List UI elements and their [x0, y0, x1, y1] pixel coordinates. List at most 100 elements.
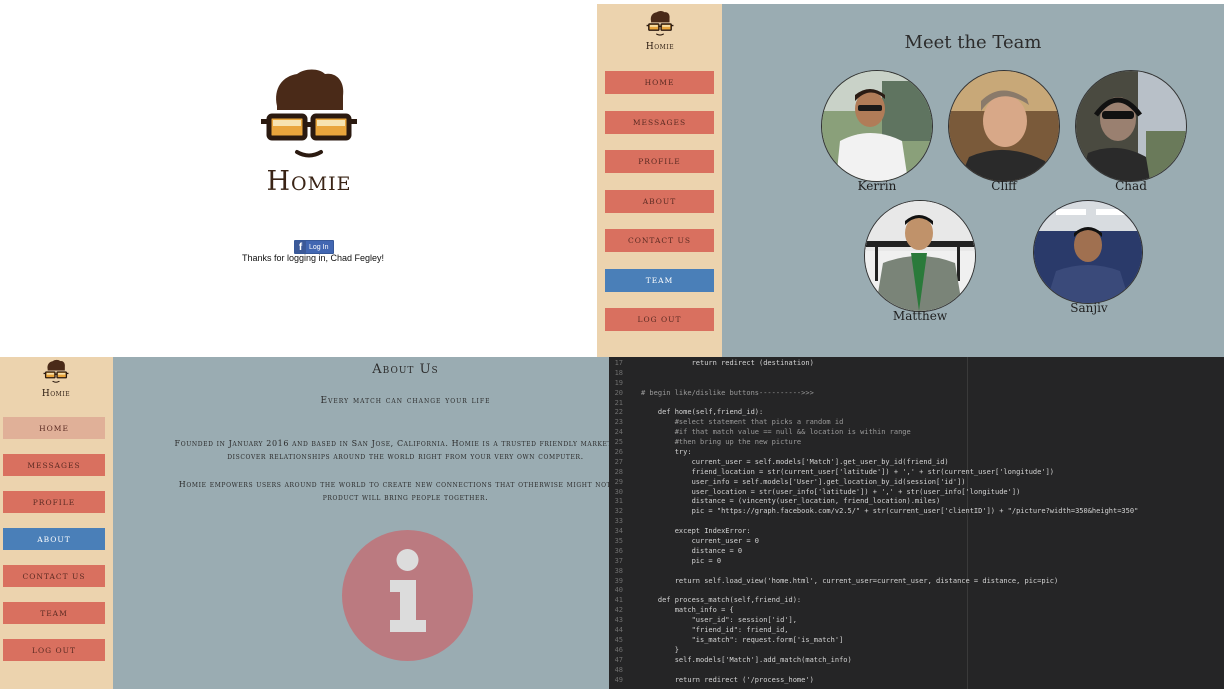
code-line: 32 pic = "https://graph.facebook.com/v2.…	[609, 507, 1224, 517]
code-line: 39 return self.load_view('home.html', cu…	[609, 577, 1224, 587]
code-line: 26 try:	[609, 448, 1224, 458]
code-line: 48	[609, 666, 1224, 676]
code-line: 33	[609, 517, 1224, 527]
member-name: Kerrin	[857, 179, 897, 193]
nav-team[interactable]: TEAM	[3, 602, 105, 624]
code-editor[interactable]: 17 return redirect (destination) 18 19 20 # …	[609, 357, 1224, 689]
line-number: 33	[614, 517, 623, 526]
code-text: user_info = self.models['User'].get_loca…	[641, 477, 966, 486]
nav-home[interactable]: HOME	[605, 71, 714, 94]
line-number: 39	[614, 576, 623, 585]
page-title: Meet the Team	[904, 32, 1042, 53]
line-number: 26	[614, 448, 623, 457]
code-line: 43 "user_id": session['id'],	[609, 616, 1224, 626]
about-paragraph-line: product will bring people together.	[322, 493, 489, 502]
nav-profile[interactable]: PROFILE	[3, 491, 105, 513]
team-member-card: Kerrin	[821, 70, 933, 193]
line-number: 32	[614, 507, 623, 516]
member-photo	[821, 70, 933, 182]
team-member-card: Cliff	[948, 70, 1060, 193]
code-line: 31 distance = (vincenty(user_location, f…	[609, 497, 1224, 507]
code-line: 25 #then bring up the new picture	[609, 438, 1224, 448]
member-photo	[1033, 200, 1143, 304]
line-number: 41	[614, 596, 623, 605]
code-text: def home(self,friend_id):	[641, 408, 764, 417]
line-number: 35	[614, 537, 623, 546]
code-line: 45 "is_match": request.form['is_match']	[609, 636, 1224, 646]
member-name: Cliff	[991, 179, 1017, 193]
member-name: Matthew	[892, 309, 948, 323]
code-line: 20 # begin like/dislike buttons----------…	[609, 389, 1224, 399]
line-number: 36	[614, 546, 623, 555]
code-line: 37 pic = 0	[609, 557, 1224, 567]
line-number: 18	[614, 368, 623, 377]
code-line: 28 friend_location = str(current_user['l…	[609, 468, 1224, 478]
homie-logo: Homie	[255, 66, 363, 197]
code-line: 29 user_info = self.models['User'].get_l…	[609, 478, 1224, 488]
code-text: try:	[641, 448, 692, 457]
nav-contact-us[interactable]: CONTACT US	[605, 229, 714, 252]
code-text: pic = 0	[641, 556, 722, 565]
member-name: Chad	[1115, 179, 1147, 193]
about-paragraph-line: discover relationships around the world …	[227, 452, 584, 461]
homie-mascot-icon	[255, 66, 363, 166]
sidebar: Homie HOME MESSAGES PROFILE ABOUT CONTAC…	[0, 357, 113, 689]
line-number: 48	[614, 665, 623, 674]
line-number: 45	[614, 635, 623, 644]
code-line: 30 user_location = str(user_info['latitu…	[609, 488, 1224, 498]
logo-wordmark: Homie	[266, 166, 352, 197]
nav-about[interactable]: ABOUT	[605, 190, 714, 213]
nav-log-out[interactable]: LOG OUT	[3, 639, 105, 661]
code-line: 40	[609, 586, 1224, 596]
facebook-login-label: Log In	[309, 243, 329, 251]
line-number: 43	[614, 616, 623, 625]
line-number: 30	[614, 487, 623, 496]
nav-profile[interactable]: PROFILE	[605, 150, 714, 173]
nav-about[interactable]: ABOUT	[3, 528, 105, 550]
login-panel: Homie f Log In Thanks for logging in, Ch…	[0, 0, 597, 357]
team-member-card: Sanjiv	[1033, 200, 1145, 315]
about-content: About Us Every match can change your lif…	[113, 357, 609, 689]
sidebar-logo[interactable]: Homie	[37, 359, 75, 399]
line-number: 31	[614, 497, 623, 506]
code-line: 23 #select statement that picks a random…	[609, 418, 1224, 428]
line-number: 29	[614, 477, 623, 486]
facebook-login-button[interactable]: f Log In	[294, 240, 335, 254]
line-number: 17	[614, 359, 623, 367]
sidebar-logo[interactable]: Homie	[641, 10, 679, 52]
nav-messages[interactable]: MESSAGES	[3, 454, 105, 476]
code-line: 18	[609, 369, 1224, 379]
line-number: 38	[614, 566, 623, 575]
member-photo	[864, 200, 976, 312]
code-text: # begin like/dislike buttons---------->>…	[641, 388, 814, 397]
code-line: 38	[609, 567, 1224, 577]
line-number: 42	[614, 606, 623, 615]
code-line: 46 }	[609, 646, 1224, 656]
code-line: 22 def home(self,friend_id):	[609, 408, 1224, 418]
info-icon	[342, 530, 473, 661]
nav-messages[interactable]: MESSAGES	[605, 111, 714, 134]
nav-contact-us[interactable]: CONTACT US	[3, 565, 105, 587]
code-text: current_user = 0	[641, 537, 760, 546]
nav-home[interactable]: HOME	[3, 417, 105, 439]
code-text: def process_match(self,friend_id):	[641, 596, 802, 605]
code-text: "friend_id": friend_id,	[641, 626, 789, 635]
code-line: 47 self.models['Match'].add_match(match_…	[609, 656, 1224, 666]
code-line: 19	[609, 379, 1224, 389]
line-number: 21	[614, 398, 623, 407]
code-text: #then bring up the new picture	[641, 438, 802, 447]
page-title: About Us	[372, 362, 439, 377]
code-line: 21	[609, 399, 1224, 409]
code-text: "user_id": session['id'],	[641, 616, 797, 625]
nav-team[interactable]: TEAM	[605, 269, 714, 292]
nav-log-out[interactable]: LOG OUT	[605, 308, 714, 331]
code-line: 36 distance = 0	[609, 547, 1224, 557]
code-text: distance = (vincenty(user_location, frie…	[641, 497, 941, 506]
homie-mascot-icon	[645, 10, 675, 38]
code-text: return self.load_view('home.html', curre…	[641, 576, 1059, 585]
logo-wordmark: Homie	[645, 42, 675, 52]
line-number: 49	[614, 675, 623, 684]
code-line: 27 current_user = self.models['Match'].g…	[609, 458, 1224, 468]
member-name: Sanjiv	[1070, 301, 1108, 315]
about-paragraph-line: Homie empowers users around the world to…	[178, 480, 609, 489]
